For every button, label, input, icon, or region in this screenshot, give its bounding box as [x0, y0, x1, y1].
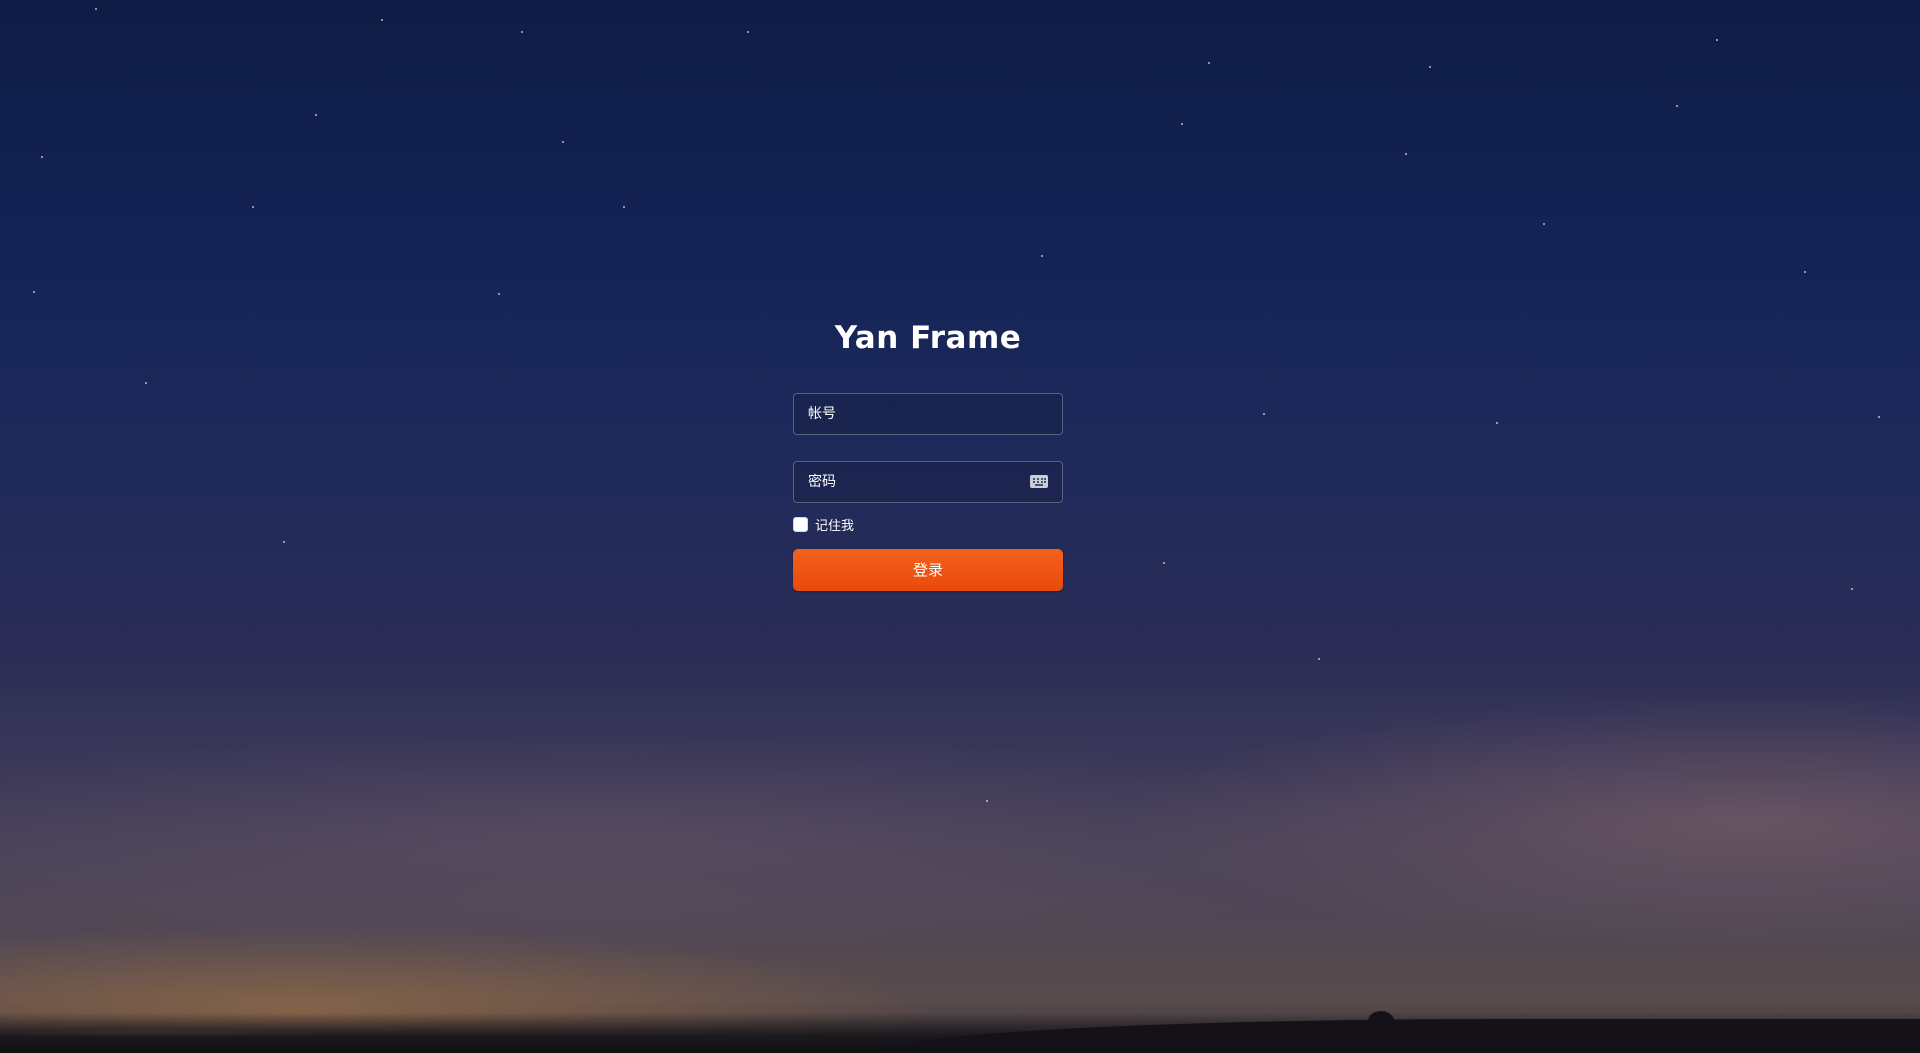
- star: [1878, 416, 1880, 418]
- star: [1208, 62, 1210, 64]
- star: [1163, 562, 1165, 564]
- account-input[interactable]: 帐号: [793, 393, 1063, 435]
- star: [1543, 223, 1545, 225]
- star: [1496, 422, 1498, 424]
- star: [1851, 588, 1853, 590]
- keyboard-icon[interactable]: [1030, 475, 1048, 488]
- star: [145, 382, 147, 384]
- star: [623, 206, 625, 208]
- star: [1716, 39, 1718, 41]
- remember-label: 记住我: [815, 518, 855, 534]
- star: [1041, 255, 1043, 257]
- star: [1181, 123, 1183, 125]
- star: [41, 156, 43, 158]
- star: [986, 800, 988, 802]
- star: [252, 206, 254, 208]
- star: [498, 293, 500, 295]
- star: [95, 8, 97, 10]
- remember-checkbox[interactable]: [793, 516, 808, 532]
- login-button[interactable]: 登录: [793, 549, 1063, 591]
- remember-me[interactable]: 记住我: [793, 514, 1063, 534]
- account-placeholder: 帐号: [808, 406, 836, 422]
- password-placeholder: 密码: [808, 474, 836, 490]
- star: [1429, 66, 1431, 68]
- app-title: Yan Frame: [834, 320, 1022, 356]
- star: [1318, 658, 1320, 660]
- star: [283, 541, 285, 543]
- login-form: Yan Frame 帐号 密码 记住我 登录: [793, 318, 1063, 591]
- password-input[interactable]: 密码: [793, 461, 1063, 503]
- star: [1804, 271, 1806, 273]
- star: [1676, 105, 1678, 107]
- star: [1263, 413, 1265, 415]
- star: [521, 31, 523, 33]
- star: [747, 31, 749, 33]
- star: [315, 114, 317, 116]
- star: [33, 291, 35, 293]
- star: [1405, 153, 1407, 155]
- star: [381, 19, 383, 21]
- tree-silhouette: [1368, 1011, 1394, 1031]
- star: [562, 141, 564, 143]
